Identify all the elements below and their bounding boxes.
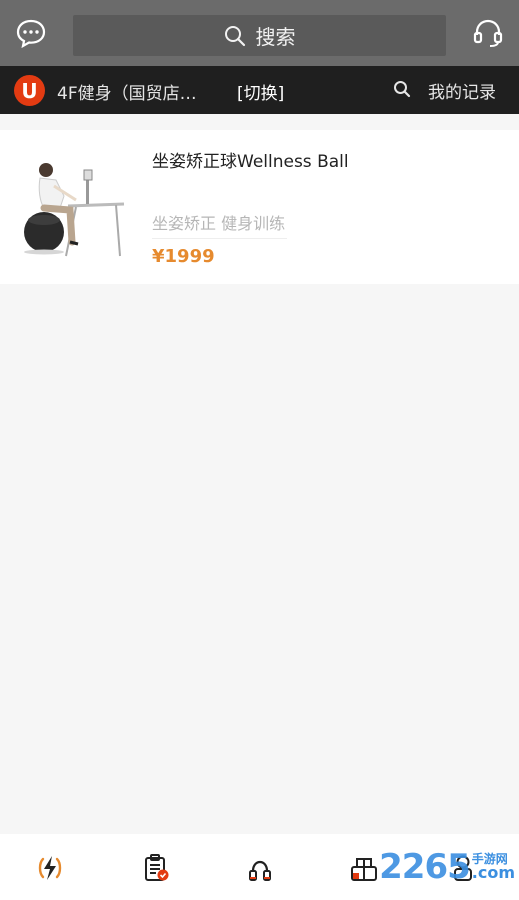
watermark-number: 2265 <box>379 847 471 887</box>
product-image <box>20 146 128 262</box>
product-tags: 坐姿矫正 健身训练 <box>152 214 286 233</box>
jump-rope-icon <box>249 860 271 881</box>
product-title: 坐姿矫正球Wellness Ball <box>152 152 349 172</box>
divider <box>152 238 287 239</box>
tab-store[interactable] <box>348 852 380 884</box>
clipboard-check-icon <box>145 854 169 881</box>
lightning-icon <box>38 856 62 880</box>
store-name: 4F健身（国贸店… <box>57 84 197 104</box>
my-records-link[interactable]: 我的记录 <box>428 78 496 103</box>
tab-home[interactable] <box>34 852 66 884</box>
product-price: ¥1999 <box>152 246 215 267</box>
top-bar: 搜索 <box>0 0 519 66</box>
chat-bubble-icon[interactable] <box>15 17 47 49</box>
store-icon <box>351 858 377 881</box>
watermark-com: .com <box>471 863 515 882</box>
search-bar[interactable]: 搜索 <box>73 15 446 56</box>
watermark-logo: 2265 手游网 .com <box>379 845 515 889</box>
product-card[interactable]: 坐姿矫正球Wellness Ball 坐姿矫正 健身训练 ¥1999 <box>0 130 519 284</box>
search-icon <box>224 25 245 46</box>
search-icon[interactable] <box>393 80 411 103</box>
store-logo: U <box>14 75 45 106</box>
tab-orders[interactable] <box>140 852 172 884</box>
store-bar: U 4F健身（国贸店… [切换] 我的记录 <box>0 66 519 114</box>
tab-training[interactable] <box>244 852 276 884</box>
search-label: 搜索 <box>255 25 296 49</box>
headset-icon[interactable] <box>472 17 504 49</box>
switch-store-button[interactable]: [切换] <box>237 79 284 104</box>
